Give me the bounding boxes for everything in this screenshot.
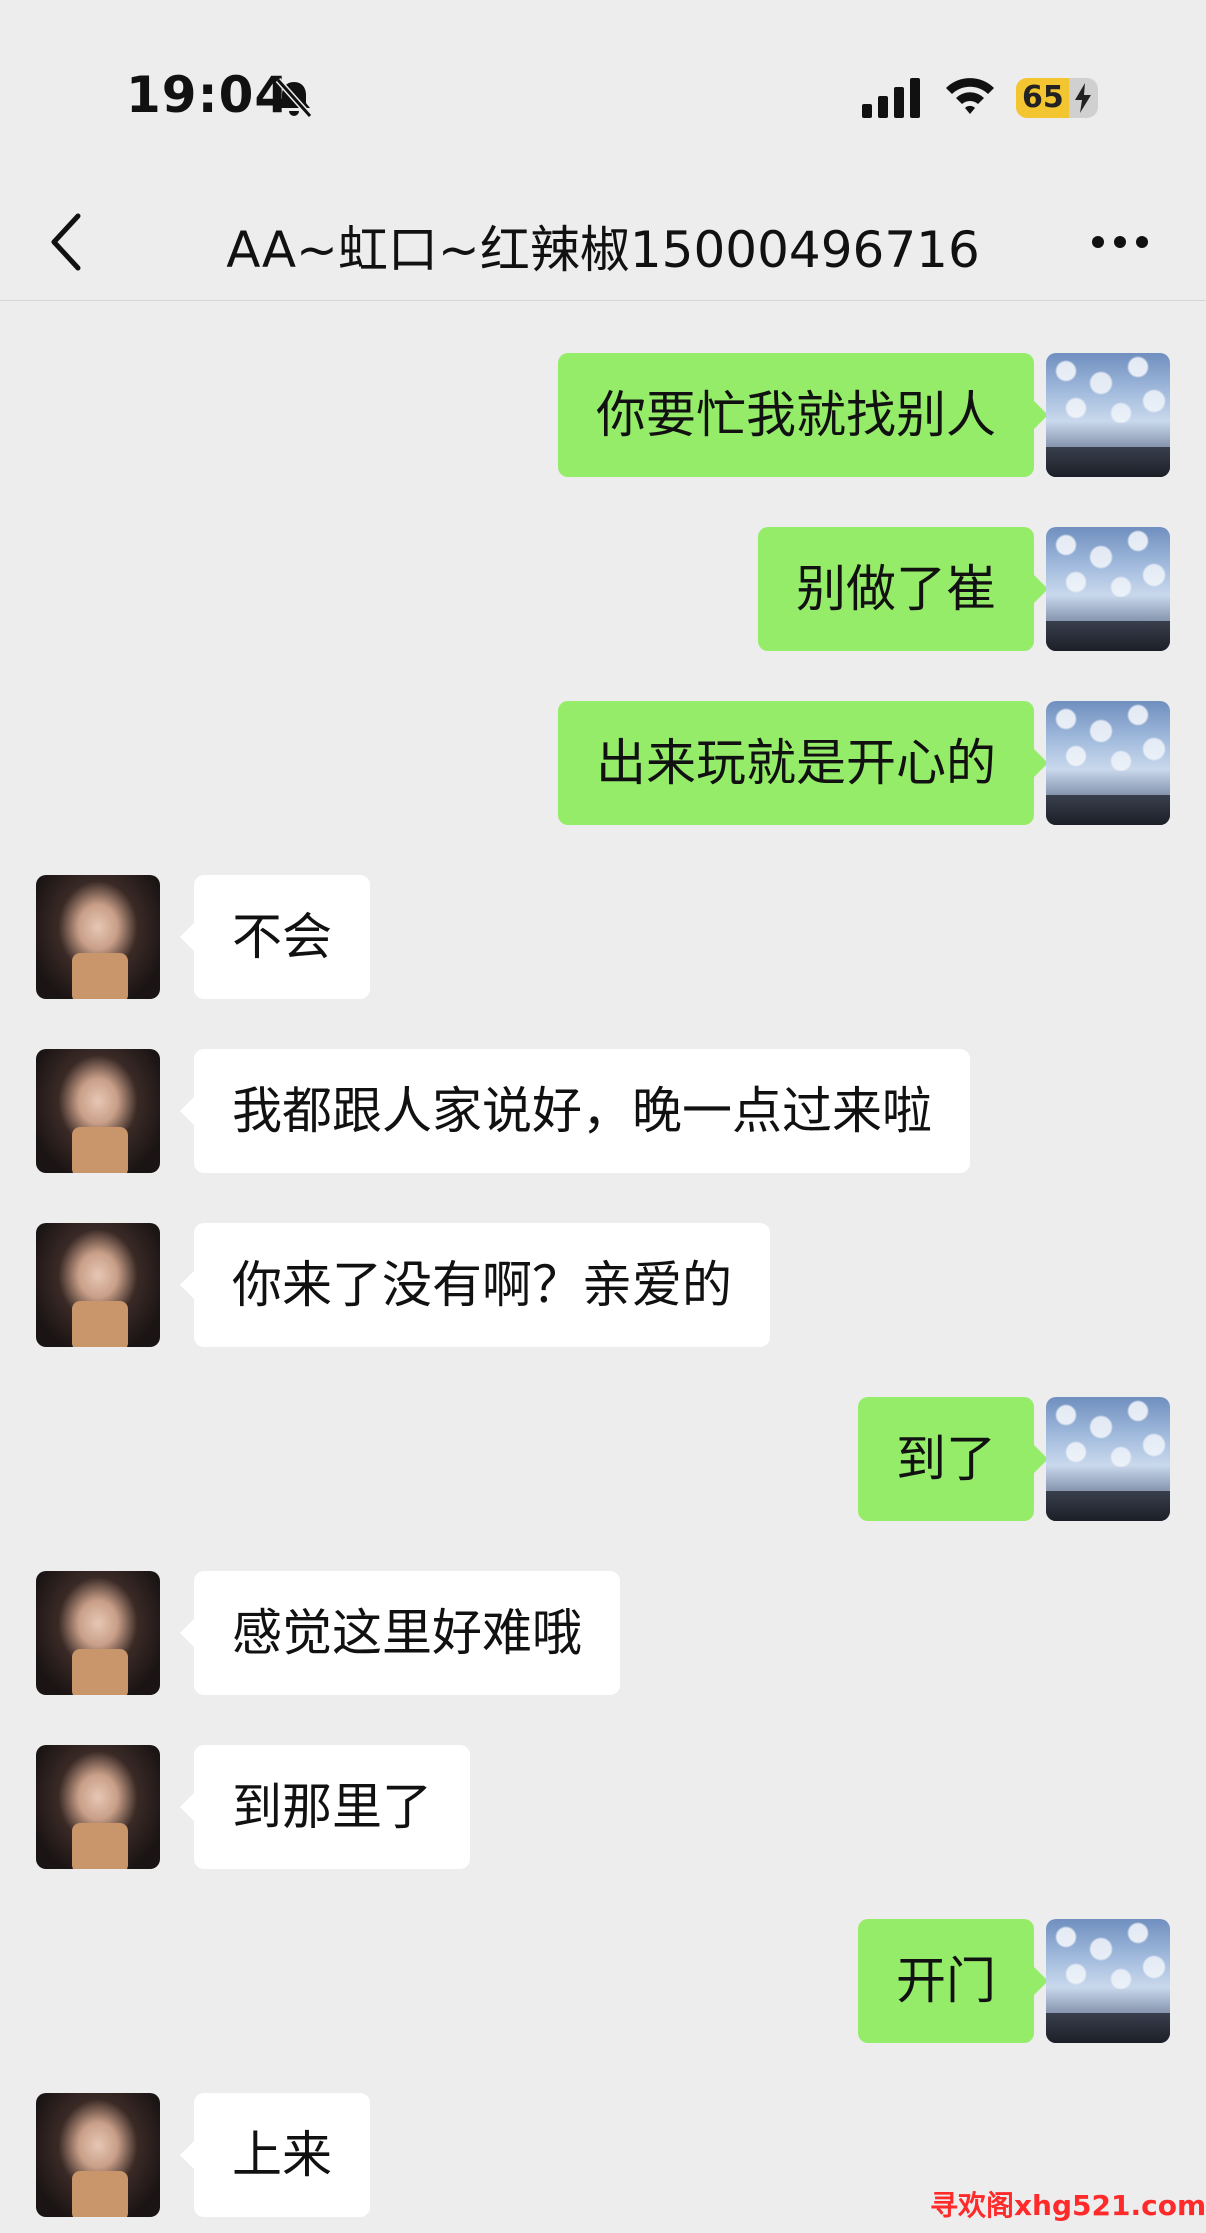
message-bubble[interactable]: 你要忙我就找别人 (558, 353, 1048, 477)
message-bubble[interactable]: 别做了崔 (758, 527, 1048, 651)
cellular-signal-icon (862, 78, 920, 118)
message-bubble[interactable]: 到了 (858, 1397, 1048, 1521)
message-row: 我都跟人家说好，晚一点过来啦 (0, 1049, 1206, 1173)
status-time: 19:04 (126, 66, 291, 124)
message-row: 感觉这里好难哦 (0, 1571, 1206, 1695)
battery-indicator: 65 (1016, 78, 1098, 118)
message-row: 出来玩就是开心的 (0, 701, 1206, 825)
contact-avatar[interactable] (36, 1049, 160, 1173)
message-bubble[interactable]: 你来了没有啊？亲爱的 (180, 1223, 770, 1347)
charging-bolt-icon (1075, 83, 1091, 113)
battery-level: 65 (1022, 80, 1064, 115)
message-bubble[interactable]: 出来玩就是开心的 (558, 701, 1048, 825)
contact-avatar[interactable] (36, 1223, 160, 1347)
message-row: 到了 (0, 1397, 1206, 1521)
bell-slash-icon (275, 78, 313, 118)
message-row: 你要忙我就找别人 (0, 353, 1206, 477)
message-bubble[interactable]: 不会 (180, 875, 370, 999)
chevron-left-icon[interactable] (46, 210, 86, 274)
contact-avatar[interactable] (36, 1745, 160, 1869)
message-row: 开门 (0, 1919, 1206, 2043)
my-avatar[interactable] (1046, 701, 1170, 825)
my-avatar[interactable] (1046, 1397, 1170, 1521)
my-avatar[interactable] (1046, 1919, 1170, 2043)
chat-screen: 19:04 65 AA~虹口~红辣椒15000496716 你要忙我就找别人 别… (0, 0, 1206, 2233)
message-row: 到那里了 (0, 1745, 1206, 1869)
wifi-icon (946, 78, 994, 114)
watermark: 寻欢阁xhg521.com (930, 2189, 1206, 2222)
message-bubble[interactable]: 感觉这里好难哦 (180, 1571, 620, 1695)
message-row: 不会 (0, 875, 1206, 999)
message-row: 别做了崔 (0, 527, 1206, 651)
status-bar: 19:04 65 (0, 0, 1206, 190)
ellipsis-icon[interactable] (1090, 232, 1150, 252)
message-bubble[interactable]: 上来 (180, 2093, 370, 2217)
chat-header: AA~虹口~红辣椒15000496716 (0, 190, 1206, 301)
contact-avatar[interactable] (36, 875, 160, 999)
chat-title: AA~虹口~红辣椒15000496716 (226, 221, 980, 279)
message-row: 你来了没有啊？亲爱的 (0, 1223, 1206, 1347)
contact-avatar[interactable] (36, 1571, 160, 1695)
my-avatar[interactable] (1046, 527, 1170, 651)
message-bubble[interactable]: 我都跟人家说好，晚一点过来啦 (180, 1049, 970, 1173)
message-bubble[interactable]: 到那里了 (180, 1745, 470, 1869)
contact-avatar[interactable] (36, 2093, 160, 2217)
message-bubble[interactable]: 开门 (858, 1919, 1048, 2043)
my-avatar[interactable] (1046, 353, 1170, 477)
